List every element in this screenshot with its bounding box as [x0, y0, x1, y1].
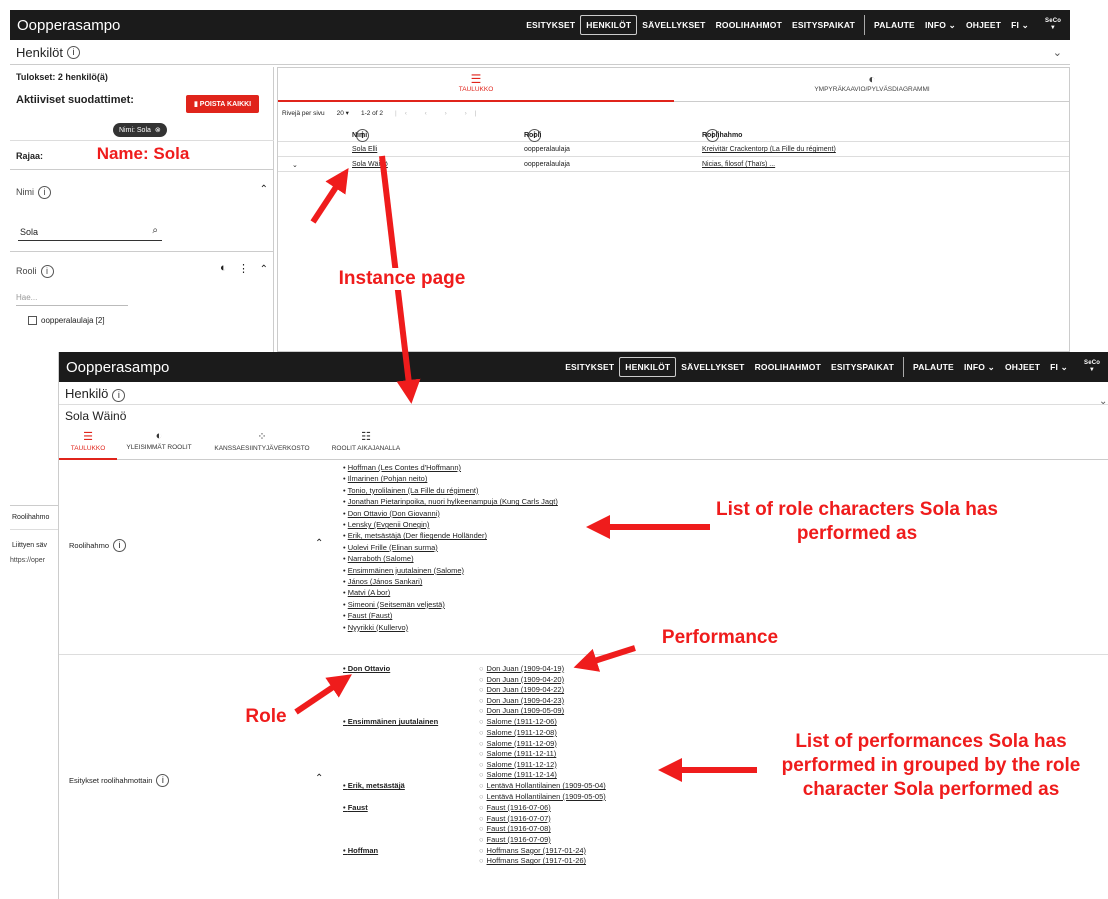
annotation-perf-list: List of performances Sola has performed …: [781, 731, 1081, 800]
annotation-performance: Performance: [661, 627, 779, 648]
annotation-characters: List of role characters Sola has perform…: [716, 499, 998, 544]
arrow-performance: [573, 645, 636, 672]
arrow-to-row: [310, 167, 349, 224]
arrow-role: [294, 674, 352, 715]
annotation-instance: Instance page: [312, 268, 492, 290]
annotation-role: Role: [245, 706, 287, 727]
